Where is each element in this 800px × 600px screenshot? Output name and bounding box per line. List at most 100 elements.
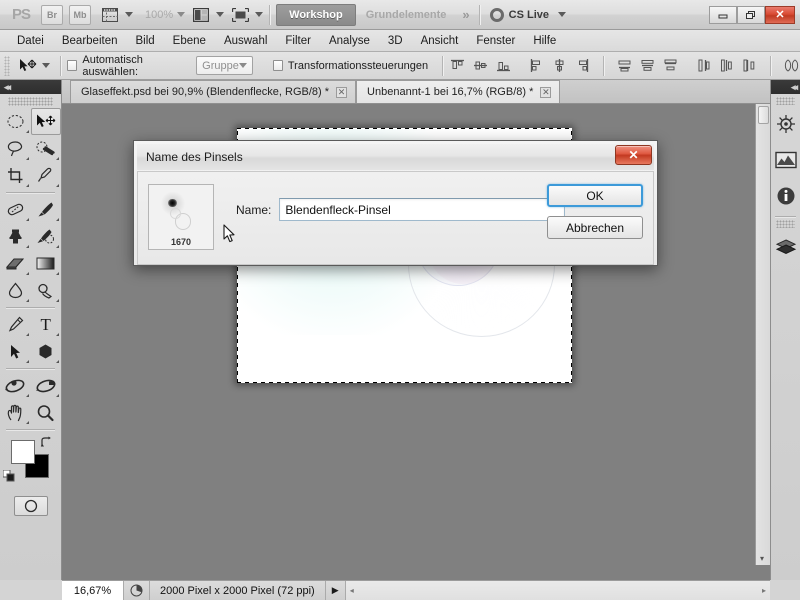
tool-zoom[interactable] [31,399,62,426]
dialog-close-button[interactable]: ✕ [615,145,652,165]
workspace-grundelemente-button[interactable]: Grundelemente [356,9,457,21]
options-bar-grip[interactable] [4,55,11,76]
view-extras-chevron-down-icon[interactable] [125,12,133,17]
status-zoom-field[interactable]: 16,67% [62,581,124,600]
menu-item-analyse[interactable]: Analyse [320,30,379,52]
collapse-panel-icon[interactable]: ◂◂ [791,82,798,93]
menu-item-ebene[interactable]: Ebene [164,30,215,52]
tool-blur[interactable] [0,277,31,304]
menu-item-datei[interactable]: Datei [8,30,53,52]
distribute-top-edges-icon[interactable] [616,57,633,74]
menu-item-hilfe[interactable]: Hilfe [524,30,565,52]
current-tool-preset[interactable] [14,55,54,77]
align-horizontal-centers-icon[interactable] [551,57,568,74]
tool-lasso[interactable] [0,135,31,162]
panel-icon-layers[interactable] [771,229,800,265]
tab-close-icon[interactable]: ✕ [336,86,348,98]
cs-live-button[interactable]: CS Live [489,7,566,22]
panel-icon-info[interactable] [771,178,800,214]
tool-quick-selection[interactable] [31,135,62,162]
document-proxy-icon[interactable] [124,581,150,600]
right-dock-grip-2[interactable] [776,220,795,228]
menu-item-bearbeiten[interactable]: Bearbeiten [53,30,127,52]
auto-select-scope-dropdown[interactable]: Gruppe [196,56,253,75]
workspace-overflow-chevron-icon[interactable]: » [456,7,472,22]
ok-button[interactable]: OK [547,184,643,207]
tool-move[interactable] [30,108,61,135]
tool-brush[interactable] [31,196,62,223]
tool-3d-orbit[interactable] [31,372,62,399]
screen-mode-chevron-down-icon[interactable] [255,12,264,17]
collapse-panel-icon[interactable]: ◂◂ [4,82,11,93]
bridge-button[interactable]: Br [41,4,63,25]
align-vertical-centers-icon[interactable] [472,57,489,74]
menu-item-fenster[interactable]: Fenster [467,30,524,52]
menu-item-ansicht[interactable]: Ansicht [412,30,468,52]
cancel-button[interactable]: Abbrechen [547,216,643,239]
tool-marquee[interactable] [0,108,31,135]
tab-close-icon[interactable]: ✕ [540,86,552,98]
quick-mask-button[interactable] [13,496,48,516]
tool-dodge[interactable] [31,277,62,304]
distribute-horizontal-centers-icon[interactable] [718,57,735,74]
tool-type[interactable]: T [31,311,62,338]
appbar-zoom-chevron-down-icon[interactable] [177,12,186,17]
tool-gradient[interactable] [31,250,62,277]
tab-glaseffekt[interactable]: Glaseffekt.psd bei 90,9% (Blendenflecke,… [70,80,357,103]
scroll-down-arrow-icon[interactable]: ▾ [760,554,764,563]
mini-bridge-button[interactable]: Mb [69,4,91,25]
distribute-left-edges-icon[interactable] [695,57,712,74]
tools-panel-grip[interactable] [8,97,53,106]
tools-panel-header[interactable]: ◂◂ [0,80,61,94]
panel-icon-masks[interactable] [771,142,800,178]
align-top-edges-icon[interactable] [449,57,466,74]
tool-history-brush[interactable] [31,223,62,250]
tool-3d-rotate[interactable] [0,372,31,399]
align-right-edges-icon[interactable] [574,57,591,74]
panel-icon-adjustments[interactable] [771,106,800,142]
status-horizontal-scrollbar[interactable]: ◂ ▸ [345,581,770,600]
right-dock-grip[interactable] [776,97,795,105]
distribute-vertical-centers-icon[interactable] [639,57,656,74]
tool-preset-chevron-down-icon[interactable] [42,63,51,68]
canvas-vertical-scroll-thumb[interactable] [758,106,769,124]
arrange-chevron-down-icon[interactable] [216,12,225,17]
close-button[interactable]: ✕ [765,5,795,24]
minimize-button[interactable] [709,5,737,24]
right-dock-header[interactable]: ◂◂ [771,80,800,94]
tool-pen[interactable] [0,311,31,338]
foreground-color-swatch[interactable] [11,440,35,464]
menu-item-auswahl[interactable]: Auswahl [215,30,276,52]
tool-path-selection[interactable] [0,338,31,365]
menu-item-filter[interactable]: Filter [276,30,320,52]
dialog-title-bar[interactable]: Name des Pinsels ✕ [137,144,654,170]
screen-mode-icon[interactable] [229,5,251,25]
tool-clone-stamp[interactable] [0,223,31,250]
auto-align-layers-icon[interactable] [783,57,800,74]
distribute-right-edges-icon[interactable] [741,57,758,74]
tool-hand[interactable] [0,399,31,426]
default-colors-icon[interactable] [3,470,15,482]
tool-eraser[interactable] [0,250,31,277]
transform-controls-checkbox[interactable] [272,60,283,71]
brush-name-input[interactable] [279,198,566,221]
distribute-bottom-edges-icon[interactable] [662,57,679,74]
workspace-workshop-button[interactable]: Workshop [276,3,356,26]
status-expand-arrow-icon[interactable]: ▶ [326,581,346,600]
scroll-right-arrow-icon[interactable]: ▸ [762,586,766,595]
swap-colors-icon[interactable] [40,436,53,448]
restore-button[interactable] [737,5,765,24]
auto-select-checkbox[interactable] [67,60,78,71]
tab-unbenannt-1[interactable]: Unbenannt-1 bei 16,7% (RGB/8) * ✕ [356,80,561,103]
tool-healing-brush[interactable] [0,196,31,223]
align-left-edges-icon[interactable] [528,57,545,74]
view-extras-icon[interactable] [99,5,121,25]
tool-shape[interactable] [31,338,62,365]
tool-eyedropper[interactable] [31,162,62,189]
tool-crop[interactable] [0,162,31,189]
scroll-left-arrow-icon[interactable]: ◂ [350,586,354,595]
canvas-vertical-scrollbar[interactable]: ▾ [755,104,770,565]
appbar-zoom-value[interactable]: 100% [145,9,173,21]
menu-item-bild[interactable]: Bild [126,30,163,52]
align-bottom-edges-icon[interactable] [495,57,512,74]
